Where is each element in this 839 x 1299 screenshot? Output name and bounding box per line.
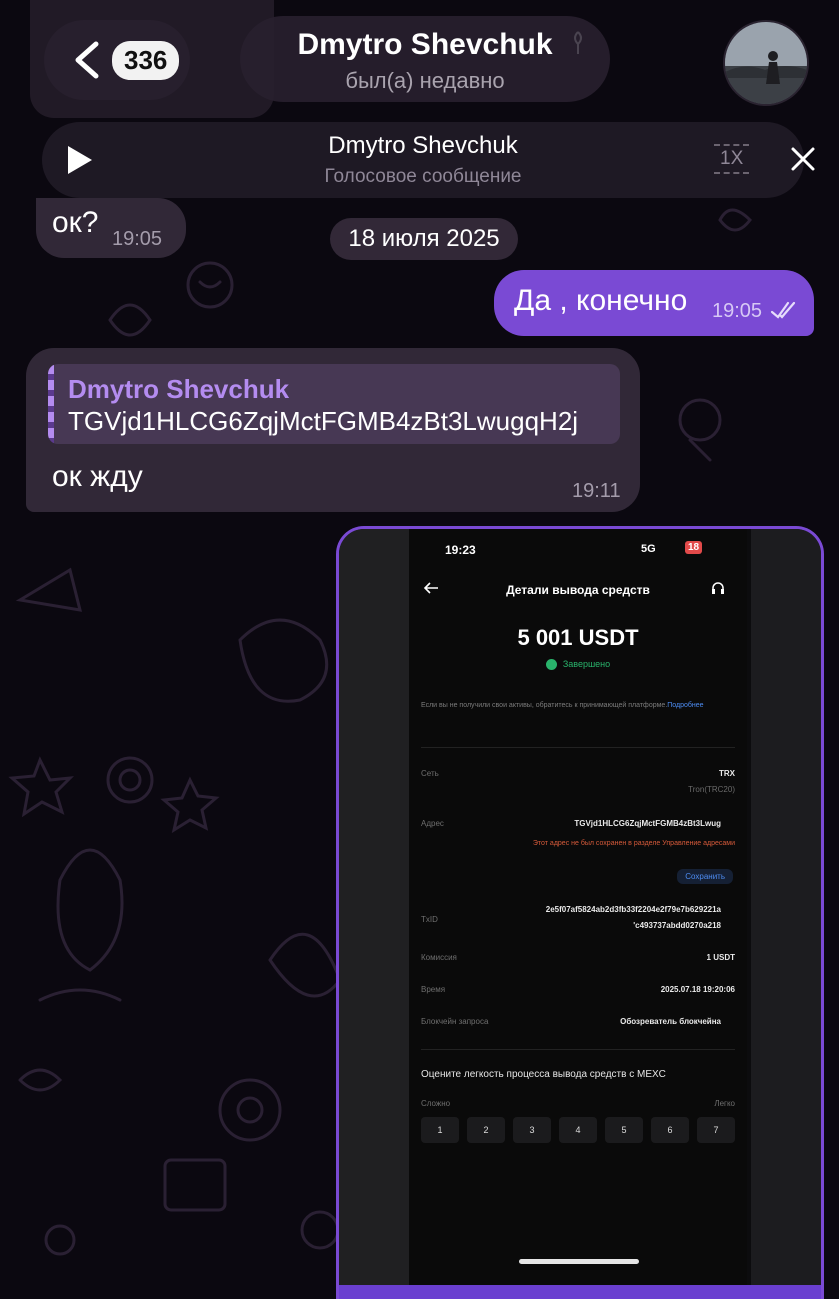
unread-count-badge: 336: [112, 40, 180, 80]
avatar[interactable]: [723, 20, 809, 106]
date-separator: 18 июля 2025: [330, 218, 518, 260]
outgoing-message[interactable]: Да , конечно 19:05: [494, 270, 814, 336]
address-warning: Этот адрес не был сохранен в разделе Упр…: [532, 840, 735, 847]
emoji-status-icon: [574, 31, 582, 54]
time-label: Время: [421, 985, 446, 994]
info-note: Если вы не получили свои активы, обратит…: [421, 702, 704, 709]
txid-line-2: 'c493737abdd0270a218: [633, 921, 721, 930]
network-label: Сеть: [421, 769, 439, 778]
withdrawal-screenshot: 19:23 5G 18 Детали вывода средств 5 001 …: [409, 529, 747, 1299]
rating-option: 5: [605, 1117, 643, 1143]
rating-option: 3: [513, 1117, 551, 1143]
quote-bar: [48, 364, 54, 444]
network-sub: Tron(TRC20): [688, 785, 735, 794]
fee-label: Комиссия: [421, 953, 457, 962]
message-time: 19:11: [572, 480, 621, 502]
headset-icon: [712, 582, 724, 594]
time-value: 2025.07.18 19:20:06: [660, 985, 735, 994]
message-text: Да , конечно: [514, 284, 688, 317]
chain-label: Блокчейн запроса: [421, 1017, 489, 1026]
photo-blur-right: [751, 529, 821, 1299]
chevron-left-icon: [75, 41, 99, 79]
withdraw-status: Завершено: [409, 659, 747, 671]
network-value: TRX: [719, 769, 735, 778]
message-text: ок?: [52, 206, 99, 239]
rating-question: Оцените легкость процесса вывода средств…: [421, 1069, 666, 1080]
playback-speed-button[interactable]: 1X: [714, 144, 750, 174]
rating-max-label: Легко: [714, 1099, 735, 1108]
incoming-message[interactable]: ок? 19:05: [36, 198, 186, 258]
home-indicator: [519, 1259, 639, 1264]
screen-title: Детали вывода средств: [506, 583, 650, 597]
close-icon[interactable]: [790, 146, 816, 172]
phone-clock: 19:23: [445, 543, 476, 557]
divider: [421, 1049, 735, 1050]
message-time: 19:05: [112, 228, 163, 250]
phone-signal: 5G: [641, 543, 656, 555]
photo-message[interactable]: 19:23 5G 18 Детали вывода средств 5 001 …: [336, 526, 824, 1299]
save-address-button: Сохранить: [677, 869, 733, 884]
check-circle-icon: [545, 659, 557, 671]
chain-value: Обозреватель блокчейна: [620, 1017, 721, 1026]
rating-min-label: Сложно: [421, 1099, 451, 1108]
back-button[interactable]: 336: [44, 20, 190, 100]
quote-author: Dmytro Shevchuk: [68, 374, 290, 404]
contact-name: Dmytro Shevchuk: [297, 28, 553, 61]
rating-option: 1: [421, 1117, 459, 1143]
reply-quote[interactable]: Dmytro Shevchuk TGVjd1HLCG6ZqjMctFGMB4zB…: [48, 364, 620, 444]
quote-text: TGVjd1HLCG6ZqjMctFGMB4zBt3LwugqH2j: [68, 406, 579, 436]
message-time: 19:05: [712, 300, 763, 322]
contact-status: был(а) недавно: [345, 68, 505, 93]
avatar-photo: [725, 22, 807, 104]
rating-option: 4: [559, 1117, 597, 1143]
withdraw-amount: 5 001 USDT: [517, 625, 639, 650]
rating-option: 6: [651, 1117, 689, 1143]
fee-value: 1 USDT: [706, 953, 735, 962]
photo-blur-left: [339, 529, 409, 1299]
txid-label: TxID: [421, 915, 438, 924]
player-subtitle: Голосовое сообщение: [324, 166, 522, 187]
chat-title[interactable]: Dmytro Shevchuk был(а) недавно: [240, 16, 610, 102]
incoming-reply-message[interactable]: Dmytro Shevchuk TGVjd1HLCG6ZqjMctFGMB4zB…: [26, 348, 640, 512]
double-check-icon: [770, 301, 796, 319]
voice-message-player[interactable]: Dmytro Shevchuk Голосовое сообщение 1X: [42, 122, 815, 198]
txid-line-1: 2e5f07af5824ab2d3fb33f2204e2f79e7b629221…: [545, 905, 721, 914]
phone-battery: 18: [685, 541, 703, 554]
player-info: Dmytro Shevchuk Голосовое сообщение: [42, 132, 804, 188]
rating-option: 2: [467, 1117, 505, 1143]
rating-scale: 1 2 3 4 5 6 7: [421, 1117, 735, 1143]
rating-option: 7: [697, 1117, 735, 1143]
message-text: ок жду: [52, 460, 143, 493]
address-label: Адрес: [421, 819, 444, 828]
player-title: Dmytro Shevchuk: [328, 132, 518, 159]
divider: [421, 747, 735, 748]
address-value: TGVjd1HLCG6ZqjMctFGMB4zBt3Lwug: [574, 819, 721, 828]
photo-bottom-edge: [339, 1285, 821, 1299]
